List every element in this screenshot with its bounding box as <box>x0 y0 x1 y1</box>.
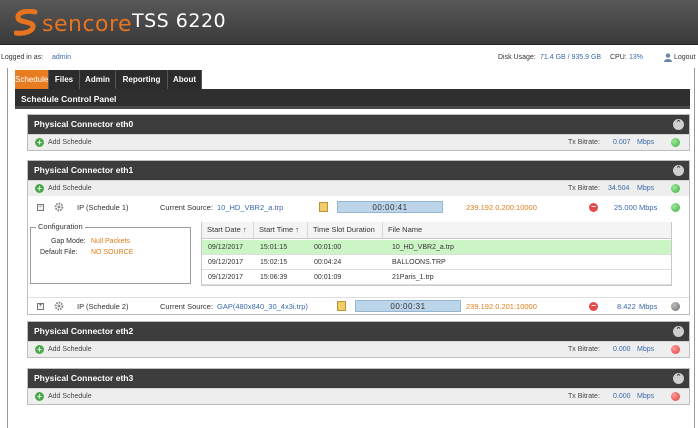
tab-admin[interactable]: Admin <box>80 70 116 89</box>
tab-about[interactable]: About <box>168 70 202 89</box>
connector-eth1-panel <box>27 160 690 315</box>
connector-eth2-panel <box>27 321 690 358</box>
disk-usage-label: Disk Usage: <box>498 54 536 61</box>
connector-eth0-panel <box>27 114 690 151</box>
tab-files[interactable]: Files <box>49 70 80 89</box>
cpu-label: CPU: <box>610 54 627 61</box>
user-icon[interactable] <box>664 53 672 62</box>
brand-name: sencore <box>42 12 133 37</box>
tab-reporting[interactable]: Reporting <box>116 70 168 89</box>
disk-usage-value: 71.4 GB / 935.9 GB <box>540 54 602 61</box>
tab-schedule[interactable]: Schedule <box>15 70 49 89</box>
logout-link[interactable]: Logout <box>674 54 695 61</box>
schedule-control-panel-title: Schedule Control Panel <box>15 89 690 109</box>
session-bar: Logged in as: admin Disk Usage: 71.4 GB … <box>0 52 698 66</box>
product-name: TSS 6220 <box>132 10 227 32</box>
logged-in-label: Logged in as: <box>1 54 44 61</box>
app-banner: sencore TSS 6220 <box>0 0 698 45</box>
username: admin <box>52 54 72 61</box>
sencore-s-icon <box>14 9 38 36</box>
cpu-value: 13% <box>629 54 644 61</box>
connector-eth3-panel <box>27 368 690 405</box>
